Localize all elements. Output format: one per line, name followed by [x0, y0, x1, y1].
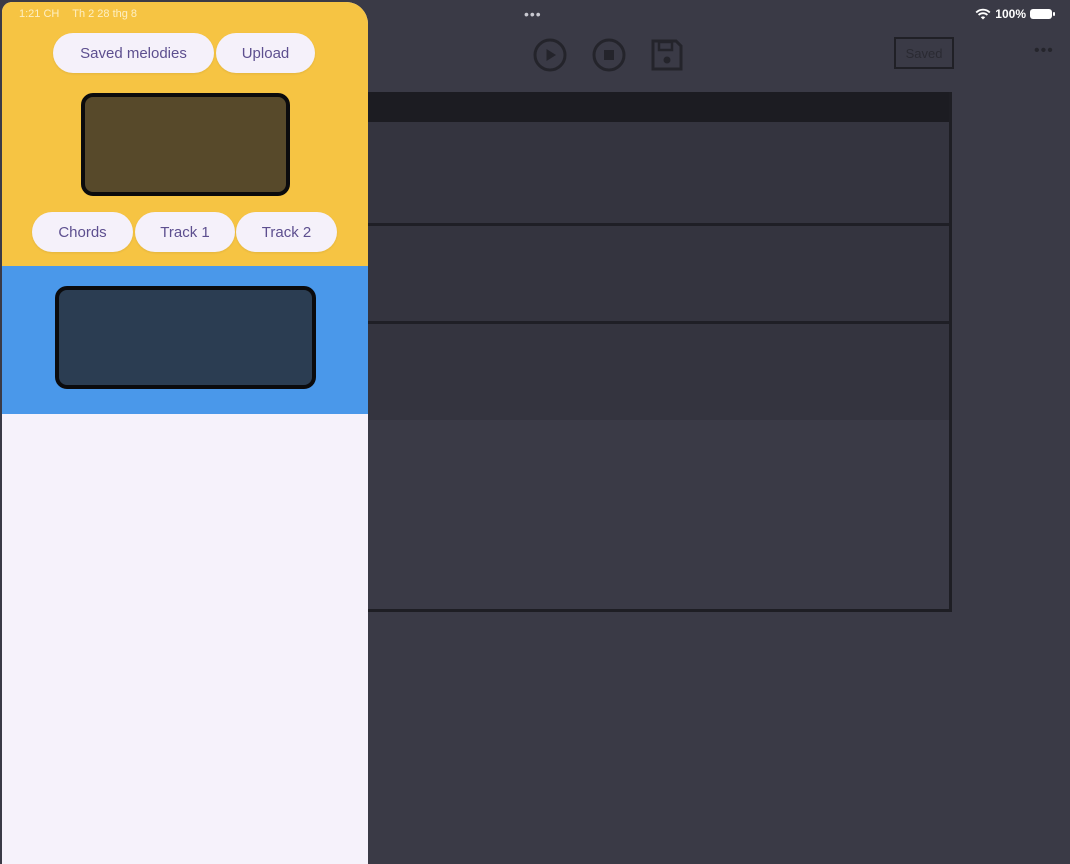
saved-melodies-button[interactable]: Saved melodies — [53, 33, 214, 73]
status-date: Th 2 28 thg 8 — [72, 8, 138, 20]
melody-section: Saved melodies Upload Chords Track 1 Tra… — [2, 2, 368, 266]
status-bar-right: 100% — [975, 7, 1055, 21]
tab-track-2[interactable]: Track 2 — [236, 212, 337, 252]
stop-icon — [592, 38, 626, 72]
status-time: 1:21 CH — [19, 8, 60, 20]
stop-button[interactable] — [592, 38, 626, 72]
tab-track-1[interactable]: Track 1 — [135, 212, 235, 252]
app-screen: 1:21 CH Th 2 28 thg 8 ••• 100% Saved ••• — [0, 0, 1070, 864]
battery-percent: 100% — [995, 7, 1026, 21]
battery-icon — [1030, 9, 1055, 19]
floppy-disk-icon — [651, 39, 683, 71]
melody-preview-display[interactable] — [81, 93, 290, 196]
play-button[interactable] — [533, 38, 567, 72]
play-icon — [533, 38, 567, 72]
multitasking-dots-icon[interactable]: ••• — [524, 6, 542, 22]
status-bar-left: 1:21 CH Th 2 28 thg 8 — [19, 8, 147, 20]
grid-header — [368, 92, 949, 122]
more-options-icon[interactable]: ••• — [1034, 42, 1054, 60]
track-grid — [368, 92, 952, 612]
track-row[interactable] — [368, 226, 949, 324]
tab-chords[interactable]: Chords — [32, 212, 133, 252]
upload-button[interactable]: Upload — [216, 33, 315, 73]
track-row[interactable] — [368, 122, 949, 226]
track-section — [2, 266, 368, 414]
wifi-icon — [975, 8, 991, 20]
save-button[interactable] — [650, 38, 684, 72]
saved-button[interactable]: Saved — [894, 37, 954, 69]
side-panel: Saved melodies Upload Chords Track 1 Tra… — [2, 2, 368, 864]
track-row[interactable] — [368, 324, 949, 420]
track-preview-display[interactable] — [55, 286, 316, 389]
